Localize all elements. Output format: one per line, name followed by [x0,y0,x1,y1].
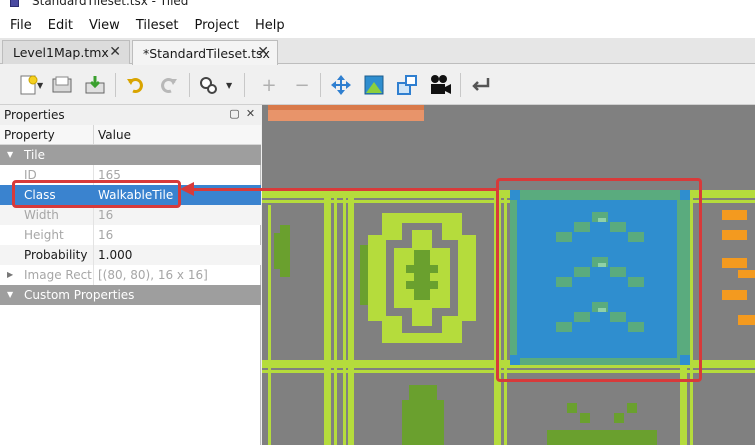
undo-icon[interactable] [122,72,148,98]
tab-standardtileset[interactable]: *StandardTileset.tsx ✕ [132,40,278,65]
arrow-head-icon [180,182,194,196]
tab-label: Level1Map.tmx [13,45,109,60]
group-custom-properties[interactable]: ▼ Custom Properties [0,285,261,305]
tab-label: *StandardTileset.tsx [143,45,270,61]
add-icon[interactable]: + [256,72,282,98]
chevron-right-icon[interactable]: ▶ [7,265,13,285]
settings-icon[interactable] [195,72,221,98]
save-icon[interactable] [82,72,108,98]
tiled-app-icon [10,0,19,7]
menu-view[interactable]: View [81,14,128,38]
menu-help[interactable]: Help [247,14,293,38]
chevron-down-icon[interactable]: ▼ [37,81,43,90]
tab-level1map[interactable]: Level1Map.tmx ✕ [2,40,130,64]
properties-header: Property Value [0,125,261,145]
title-bar: StandardTileset.tsx - Tiled [0,0,755,14]
column-header-property[interactable]: Property [0,125,55,145]
document-tab-bar: Level1Map.tmx ✕ *StandardTileset.tsx ✕ [0,38,755,65]
return-icon[interactable] [468,72,494,98]
shape-icon[interactable] [394,72,420,98]
annotation-arrow [190,188,497,191]
image-icon[interactable] [361,72,387,98]
redo-icon[interactable] [156,72,182,98]
tile-highlight-box [496,178,702,382]
menu-bar: File Edit View Tileset Project Help [0,14,755,38]
chevron-down-icon[interactable]: ▼ [7,145,13,165]
remove-icon[interactable]: − [289,72,315,98]
window-title: StandardTileset.tsx - Tiled [32,0,189,8]
float-panel-icon[interactable]: ▢ [228,107,241,120]
property-row[interactable]: Width 16 [0,205,261,225]
close-icon[interactable]: ✕ [257,44,269,60]
column-header-value[interactable]: Value [94,125,131,145]
property-row[interactable]: Probability 1.000 [0,245,261,265]
close-icon[interactable]: ✕ [244,107,257,120]
chevron-down-icon[interactable]: ▼ [7,285,13,305]
menu-edit[interactable]: Edit [40,14,81,38]
open-file-icon[interactable] [49,72,75,98]
menu-file[interactable]: File [2,14,40,38]
menu-project[interactable]: Project [186,14,246,38]
class-highlight-box [12,180,181,208]
group-tile[interactable]: ▼ Tile [0,145,261,165]
main-toolbar: ▼ ▼ + − [0,65,755,105]
property-row[interactable]: Height 16 [0,225,261,245]
property-row[interactable]: ▶ Image Rect [(80, 80), 16 x 16] [0,265,261,285]
panel-title: Properties [0,105,261,125]
close-icon[interactable]: ✕ [109,44,121,60]
move-icon[interactable] [328,72,354,98]
properties-panel: Properties ▢ ✕ Property Value ▼ Tile ID … [0,105,261,445]
camera-icon[interactable] [427,72,453,98]
coin-tile [360,213,476,343]
chevron-down-icon[interactable]: ▼ [226,81,232,90]
menu-tileset[interactable]: Tileset [128,14,187,38]
